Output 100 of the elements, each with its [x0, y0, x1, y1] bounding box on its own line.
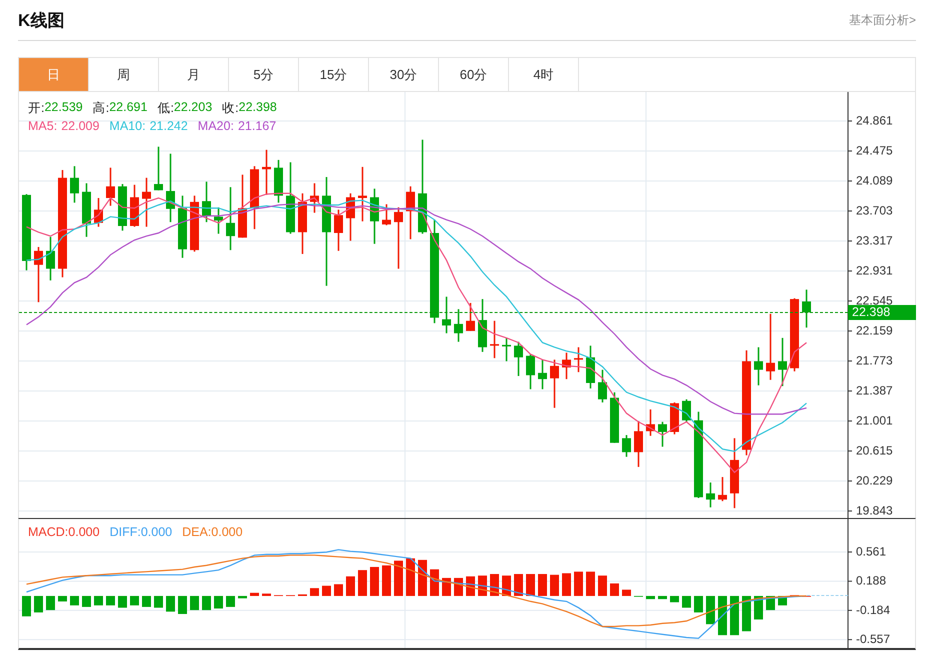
macd-bar [130, 596, 139, 606]
macd-bar [370, 566, 379, 596]
macd-bar [70, 596, 79, 606]
quote-value: 22.203 [174, 100, 212, 116]
axis-label: 21.001 [856, 414, 893, 428]
macd-bar [574, 572, 583, 596]
candlestick [370, 188, 379, 244]
legend-label: MA20: [198, 119, 234, 133]
candlestick [298, 193, 307, 254]
legend-label: MACD: [28, 525, 68, 539]
candlestick [178, 196, 187, 258]
macd-bar [322, 586, 331, 596]
period-tab[interactable]: 月 [159, 58, 229, 91]
macd-bar [22, 596, 31, 616]
macd-bar [178, 596, 187, 614]
candlestick [454, 309, 463, 342]
period-tab[interactable]: 30分 [369, 58, 439, 91]
macd-bar [622, 590, 631, 596]
candlestick [502, 338, 511, 362]
candlestick [94, 198, 103, 227]
quote-value: 22.539 [44, 100, 83, 116]
candlestick [70, 166, 79, 203]
candlestick [310, 183, 319, 213]
macd-bar [406, 558, 415, 596]
candlestick [274, 160, 283, 203]
macd-bar [166, 596, 175, 612]
axis-label: 20.615 [856, 444, 893, 458]
candlestick [526, 354, 535, 390]
candlestick [478, 299, 487, 352]
candlestick [598, 370, 607, 402]
legend-value: 21.242 [150, 119, 188, 133]
candlestick [346, 193, 355, 241]
axis-label: 0.188 [856, 574, 886, 588]
zero-line [806, 595, 848, 596]
macd-bar [418, 560, 427, 596]
candlestick [730, 438, 739, 508]
candlestick [718, 477, 727, 502]
macd-bar [82, 596, 91, 607]
macd-bar [358, 570, 367, 596]
axis-label: 22.159 [856, 324, 893, 338]
candlestick [214, 207, 223, 234]
candlestick [778, 338, 787, 386]
macd-bar [514, 574, 523, 596]
quote-label: 开: [28, 100, 44, 117]
macd-bar [190, 596, 199, 610]
candlestick [538, 360, 547, 390]
candlestick [586, 346, 595, 388]
axis-label: 23.317 [856, 234, 893, 248]
macd-bar [658, 596, 667, 600]
macd-bar [250, 592, 259, 596]
period-tab[interactable]: 4时 [509, 58, 579, 91]
axis-label: 24.475 [856, 144, 893, 158]
period-tab[interactable]: 60分 [439, 58, 509, 91]
fundamental-analysis-link[interactable]: 基本面分析> [848, 12, 916, 28]
macd-bar [694, 596, 703, 612]
macd-bar [46, 596, 55, 610]
candlestick [562, 352, 571, 380]
macd-bar [502, 576, 511, 596]
period-tab[interactable]: 15分 [299, 58, 369, 91]
macd-bar [262, 594, 271, 596]
macd-bar [526, 574, 535, 596]
candlestick [166, 154, 175, 222]
period-tab[interactable]: 5分 [229, 58, 299, 91]
macd-bar [682, 596, 691, 608]
candlestick [550, 360, 559, 408]
candlestick [286, 162, 295, 234]
quote-value: 22.398 [238, 100, 277, 116]
macd-bar [310, 588, 319, 596]
axis-label: 20.229 [856, 474, 893, 488]
quote-label: 高: [92, 100, 110, 117]
macd-bar [730, 596, 739, 636]
period-tab[interactable]: 周 [89, 58, 159, 91]
axis-label: 22.545 [856, 294, 893, 308]
candlestick [706, 482, 715, 508]
candlestick [46, 236, 55, 280]
macd-bar [34, 596, 43, 612]
macd-bar [382, 565, 391, 596]
candlestick [238, 174, 247, 238]
macd-bar [334, 584, 343, 596]
last-price-tag: 22.398 [848, 304, 916, 320]
axis-label: 0.561 [856, 544, 886, 558]
macd-bar [442, 578, 451, 596]
candlestick [466, 302, 475, 331]
legend-label: MA10: [109, 119, 146, 133]
candlestick [658, 422, 667, 447]
candlestick [490, 320, 499, 358]
legend-label: DIFF: [110, 525, 141, 539]
candlestick [754, 347, 763, 386]
candlestick [766, 314, 775, 380]
macd-bar [538, 574, 547, 596]
macd-bar [670, 596, 679, 602]
candlestick [118, 184, 127, 231]
macd-bar [214, 596, 223, 608]
legend-value: 0.000 [211, 525, 243, 539]
macd-bar [142, 596, 151, 607]
macd-bar [610, 583, 619, 596]
candlestick [334, 210, 343, 251]
candlestick [682, 399, 691, 422]
candlestick [226, 187, 235, 250]
candlestick [802, 290, 811, 328]
